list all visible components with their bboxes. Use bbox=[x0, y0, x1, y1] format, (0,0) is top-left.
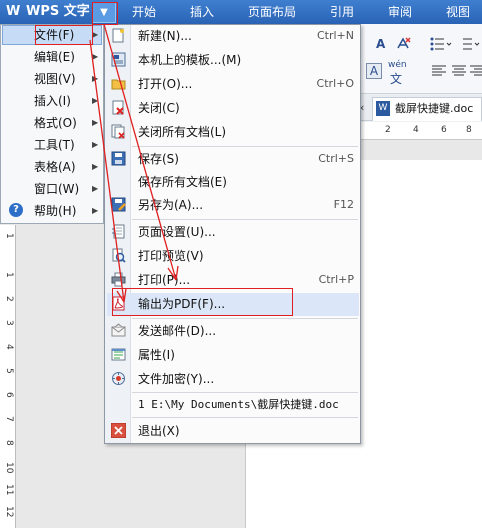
vruler-number: 4 bbox=[4, 344, 14, 350]
menu-item-exit[interactable]: 退出(X) bbox=[132, 419, 358, 443]
vertical-ruler[interactable] bbox=[0, 225, 16, 528]
menu-item-properties[interactable]: 属性(I) bbox=[132, 343, 358, 367]
annotation-box bbox=[35, 25, 93, 45]
menu-item-encrypt[interactable]: 文件加密(Y)... bbox=[132, 367, 358, 391]
align-right-icon[interactable] bbox=[470, 65, 482, 77]
submenu-arrow-icon: ▶ bbox=[92, 206, 99, 215]
ribbon bbox=[360, 24, 482, 94]
annotation-box bbox=[92, 2, 118, 25]
shortcut-label: F12 bbox=[333, 198, 354, 211]
numbered-list-icon[interactable] bbox=[458, 37, 480, 51]
close-all-icon bbox=[111, 124, 125, 139]
tab-references[interactable]: 引用 bbox=[330, 3, 354, 21]
menu-item-local-templates[interactable]: 本机上的模板...(M) bbox=[132, 48, 358, 72]
mail-icon bbox=[111, 323, 126, 337]
vruler-number: 12 bbox=[4, 506, 14, 518]
horizontal-ruler[interactable] bbox=[360, 122, 482, 140]
align-center-icon[interactable] bbox=[452, 65, 466, 77]
bullet-list-icon[interactable] bbox=[430, 37, 452, 51]
menu-item-print-preview[interactable]: 打印预览(V) bbox=[132, 244, 358, 268]
vruler-number: 2 bbox=[4, 296, 14, 302]
vruler-number: 1 bbox=[4, 233, 14, 239]
shortcut-label: Ctrl+S bbox=[318, 152, 354, 165]
exit-icon bbox=[111, 423, 126, 438]
menu-item-save-all[interactable]: 保存所有文档(E) bbox=[132, 170, 358, 194]
menu-item-tools[interactable]: 工具(T) bbox=[2, 134, 102, 156]
shortcut-label: Ctrl+P bbox=[318, 273, 354, 286]
submenu-arrow-icon: ▶ bbox=[92, 140, 99, 149]
vruler-number: 7 bbox=[4, 416, 14, 422]
submenu-arrow-icon: ▶ bbox=[92, 52, 99, 61]
print-preview-icon bbox=[112, 248, 126, 263]
submenu-arrow-icon: ▶ bbox=[92, 74, 99, 83]
menu-item-table[interactable]: 表格(A) bbox=[2, 156, 102, 178]
character-border-button[interactable]: A bbox=[366, 63, 382, 79]
tab-review[interactable]: 审阅 bbox=[388, 3, 412, 21]
new-document-icon bbox=[112, 28, 124, 43]
printer-icon bbox=[111, 272, 126, 287]
submenu-arrow-icon: ▶ bbox=[92, 184, 99, 193]
clear-format-icon[interactable] bbox=[396, 36, 412, 52]
annotation-box bbox=[112, 288, 293, 316]
menu-item-edit[interactable]: 编辑(E) bbox=[2, 46, 102, 68]
vruler-number: 10 bbox=[4, 462, 14, 474]
ruler-number: 8 bbox=[466, 125, 472, 135]
vruler-number: 5 bbox=[4, 368, 14, 374]
submenu-arrow-icon: ▶ bbox=[92, 162, 99, 171]
close-document-icon bbox=[112, 100, 124, 115]
vruler-number: 8 bbox=[4, 440, 14, 446]
open-folder-icon bbox=[111, 79, 126, 90]
menu-item-window[interactable]: 窗口(W) bbox=[2, 178, 102, 200]
wps-logo-icon: W bbox=[6, 4, 21, 19]
font-size-increase-button[interactable]: A bbox=[376, 36, 385, 52]
app-title[interactable]: WPS 文字 bbox=[26, 3, 90, 21]
ruler-number: 4 bbox=[413, 125, 419, 135]
menu-item-send-mail[interactable]: 发送邮件(D)... bbox=[132, 319, 358, 343]
tab-page-layout[interactable]: 页面布局 bbox=[248, 3, 296, 21]
menu-item-insert[interactable]: 插入(I) bbox=[2, 90, 102, 112]
menu-item-recent-file[interactable]: 1 E:\My Documents\截屏快捷键.doc bbox=[132, 393, 358, 417]
save-icon bbox=[111, 151, 126, 166]
vruler-number: 1 bbox=[4, 272, 14, 278]
submenu-arrow-icon: ▶ bbox=[92, 118, 99, 127]
shortcut-label: Ctrl+O bbox=[316, 77, 354, 90]
submenu-arrow-icon: ▶ bbox=[92, 96, 99, 105]
vruler-number: 6 bbox=[4, 392, 14, 398]
help-icon: ? bbox=[9, 203, 23, 217]
page-setup-icon bbox=[112, 224, 125, 239]
tab-insert[interactable]: 插入 bbox=[190, 3, 214, 21]
word-doc-icon: W bbox=[376, 101, 390, 116]
menu-item-view[interactable]: 视图(V) bbox=[2, 68, 102, 90]
tab-start[interactable]: 开始 bbox=[132, 3, 156, 21]
vruler-number: 11 bbox=[4, 484, 14, 496]
ruler-number: 2 bbox=[385, 125, 391, 135]
menu-item-format[interactable]: 格式(O) bbox=[2, 112, 102, 134]
save-as-icon bbox=[111, 197, 126, 212]
properties-icon bbox=[111, 348, 126, 361]
menu-item-close-all[interactable]: 关闭所有文档(L) bbox=[132, 120, 358, 144]
phonetic-guide-button[interactable]: wén bbox=[388, 60, 407, 70]
menu-item-save-as[interactable]: 另存为(A)... bbox=[132, 193, 358, 217]
menu-item-close[interactable]: 关闭(C) bbox=[132, 96, 358, 120]
align-left-icon[interactable] bbox=[432, 65, 446, 77]
menu-item-page-setup[interactable]: 页面设置(U)... bbox=[132, 220, 358, 244]
shortcut-label: Ctrl+N bbox=[316, 29, 354, 42]
menu-separator bbox=[132, 417, 358, 418]
template-icon bbox=[111, 52, 126, 67]
phonetic-guide-label: 文 bbox=[390, 72, 403, 86]
ruler-number: 6 bbox=[441, 125, 447, 135]
tab-view[interactable]: 视图 bbox=[446, 3, 470, 21]
encrypt-icon bbox=[112, 372, 125, 385]
vruler-number: 3 bbox=[4, 320, 14, 326]
